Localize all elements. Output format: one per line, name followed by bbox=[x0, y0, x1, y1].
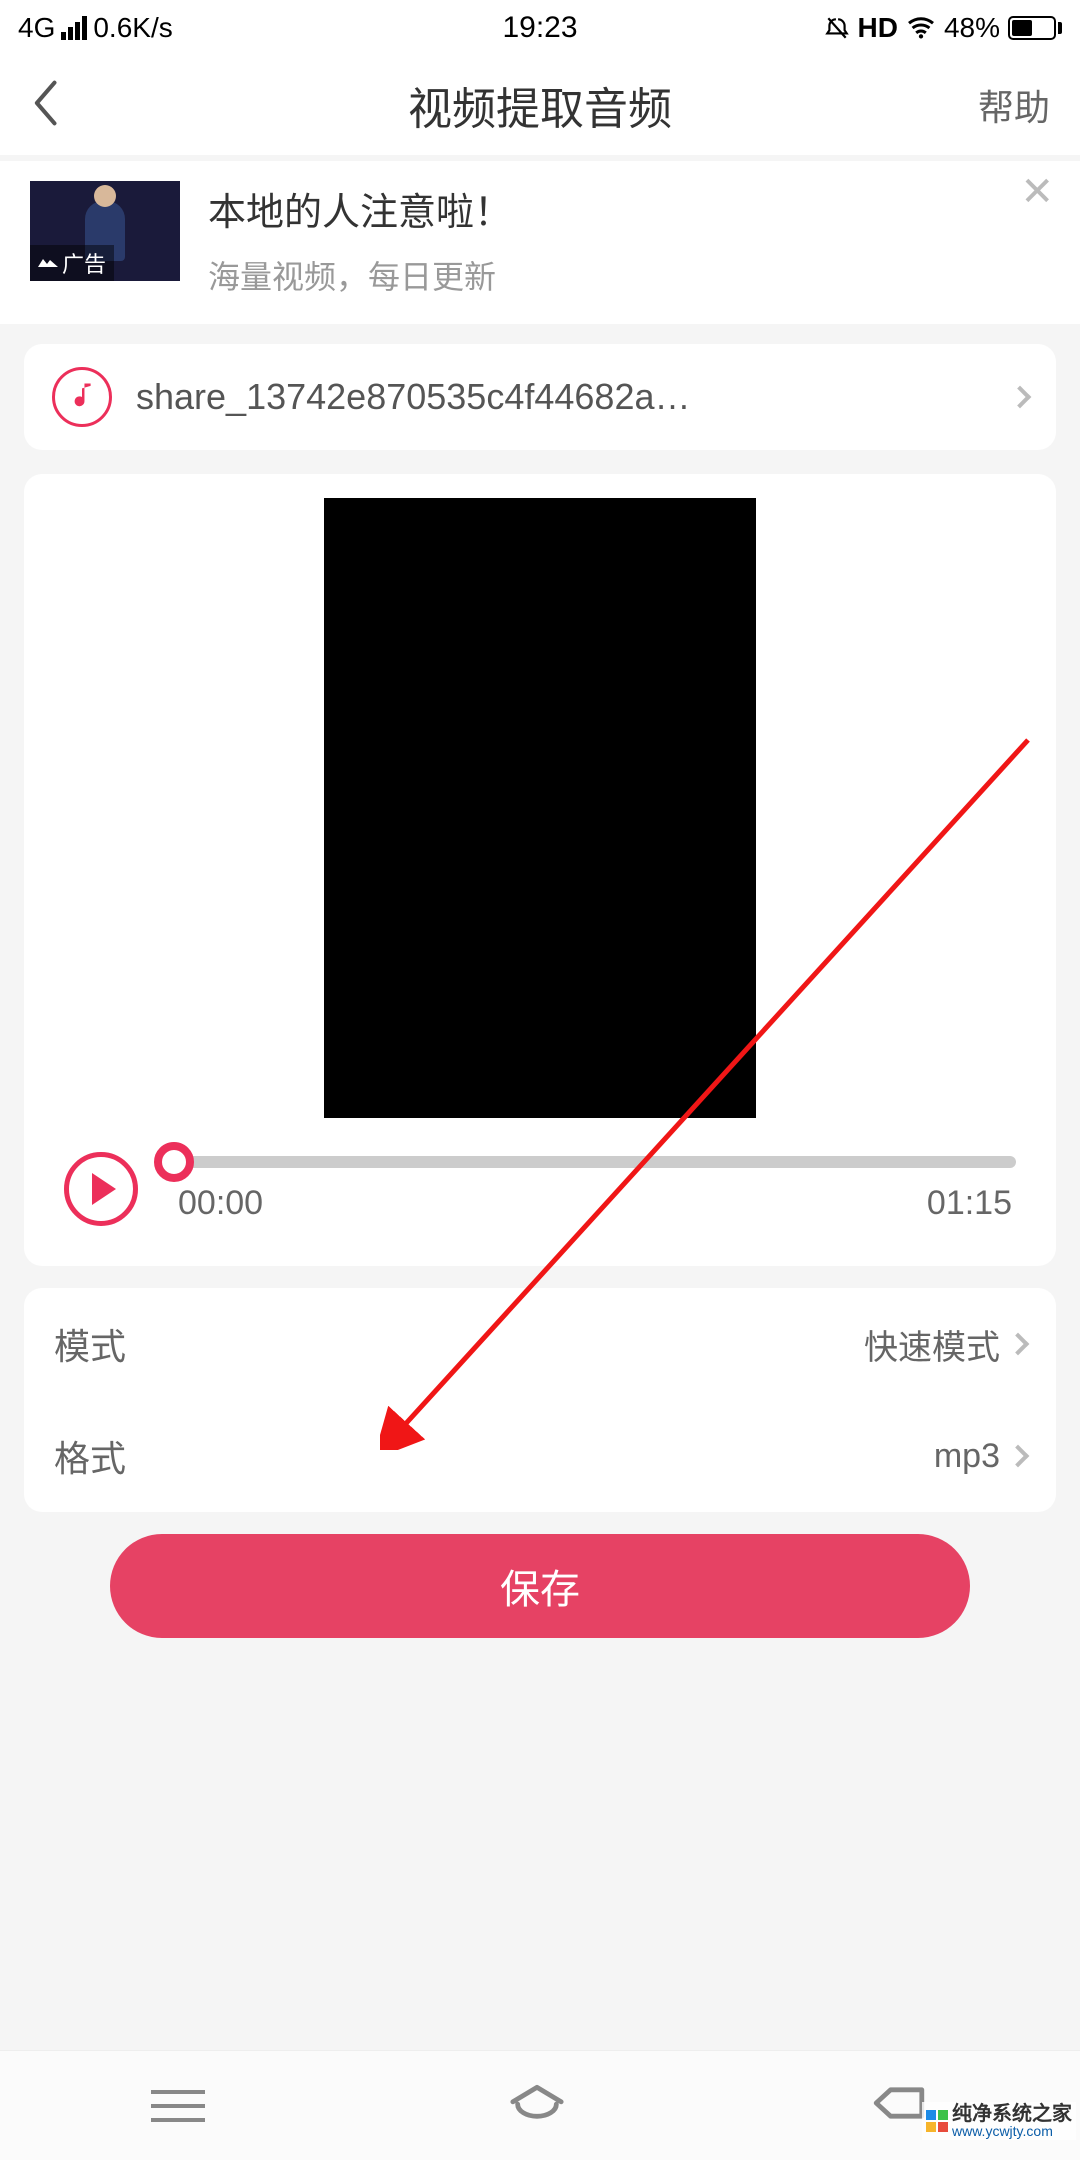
watermark-logo-icon bbox=[926, 2110, 948, 2132]
hd-label: HD bbox=[858, 12, 898, 44]
current-time-label: 00:00 bbox=[178, 1184, 263, 1223]
chevron-right-icon bbox=[1009, 386, 1032, 409]
format-label: 格式 bbox=[54, 1430, 126, 1482]
clock-label: 19:23 bbox=[502, 11, 577, 45]
status-bar: 4G 0.6K/s 19:23 HD 48% bbox=[0, 0, 1080, 55]
chevron-right-icon bbox=[1007, 1445, 1030, 1468]
nav-back-button[interactable] bbox=[869, 2082, 929, 2129]
status-left: 4G 0.6K/s bbox=[18, 12, 173, 44]
network-type-label: 4G bbox=[18, 12, 55, 44]
play-button[interactable] bbox=[64, 1152, 138, 1226]
ad-banner[interactable]: 广告 本地的人注意啦！ 海量视频，每日更新 ✕ bbox=[0, 161, 1080, 324]
signal-icon bbox=[61, 16, 87, 40]
network-speed-label: 0.6K/s bbox=[93, 12, 172, 44]
ad-thumbnail: 广告 bbox=[30, 181, 180, 281]
save-button[interactable]: 保存 bbox=[110, 1534, 970, 1638]
video-preview[interactable] bbox=[324, 498, 756, 1118]
silent-icon bbox=[824, 15, 850, 41]
mode-value: 快速模式 bbox=[864, 1320, 1000, 1369]
source-file-row[interactable]: share_13742e870535c4f44682a… bbox=[24, 344, 1056, 450]
help-button[interactable]: 帮助 bbox=[978, 79, 1050, 131]
chevron-right-icon bbox=[1007, 1333, 1030, 1356]
format-row[interactable]: 格式 mp3 bbox=[24, 1400, 1056, 1512]
mode-row[interactable]: 模式 快速模式 bbox=[24, 1288, 1056, 1400]
status-right: HD 48% bbox=[824, 12, 1063, 44]
app-header: 视频提取音频 帮助 bbox=[0, 55, 1080, 155]
home-button[interactable] bbox=[508, 2082, 566, 2129]
seek-slider[interactable] bbox=[174, 1156, 1016, 1168]
site-watermark: 纯净系统之家 www.ycwjty.com bbox=[922, 2102, 1076, 2140]
slider-thumb[interactable] bbox=[154, 1142, 194, 1182]
mode-label: 模式 bbox=[54, 1318, 126, 1370]
close-icon[interactable]: ✕ bbox=[1020, 169, 1054, 215]
settings-panel: 模式 快速模式 格式 mp3 bbox=[24, 1288, 1056, 1512]
back-button[interactable] bbox=[30, 80, 60, 131]
watermark-url: www.ycwjty.com bbox=[952, 2124, 1072, 2138]
battery-icon bbox=[1008, 16, 1062, 40]
page-title: 视频提取音频 bbox=[408, 73, 672, 137]
wifi-icon bbox=[906, 16, 936, 40]
watermark-name: 纯净系统之家 bbox=[952, 2104, 1072, 2124]
file-name-label: share_13742e870535c4f44682a… bbox=[136, 376, 988, 418]
player-panel: 00:00 01:15 bbox=[24, 474, 1056, 1266]
music-note-icon bbox=[52, 367, 112, 427]
duration-label: 01:15 bbox=[927, 1184, 1012, 1223]
play-icon bbox=[92, 1173, 116, 1205]
ad-title: 本地的人注意啦！ bbox=[208, 181, 1050, 236]
recent-apps-button[interactable] bbox=[151, 2090, 205, 2122]
format-value: mp3 bbox=[934, 1437, 1000, 1476]
system-nav-bar bbox=[0, 2050, 1080, 2160]
ad-badge: 广告 bbox=[30, 245, 114, 281]
battery-pct-label: 48% bbox=[944, 12, 1000, 44]
ad-subtitle: 海量视频，每日更新 bbox=[208, 252, 1050, 298]
